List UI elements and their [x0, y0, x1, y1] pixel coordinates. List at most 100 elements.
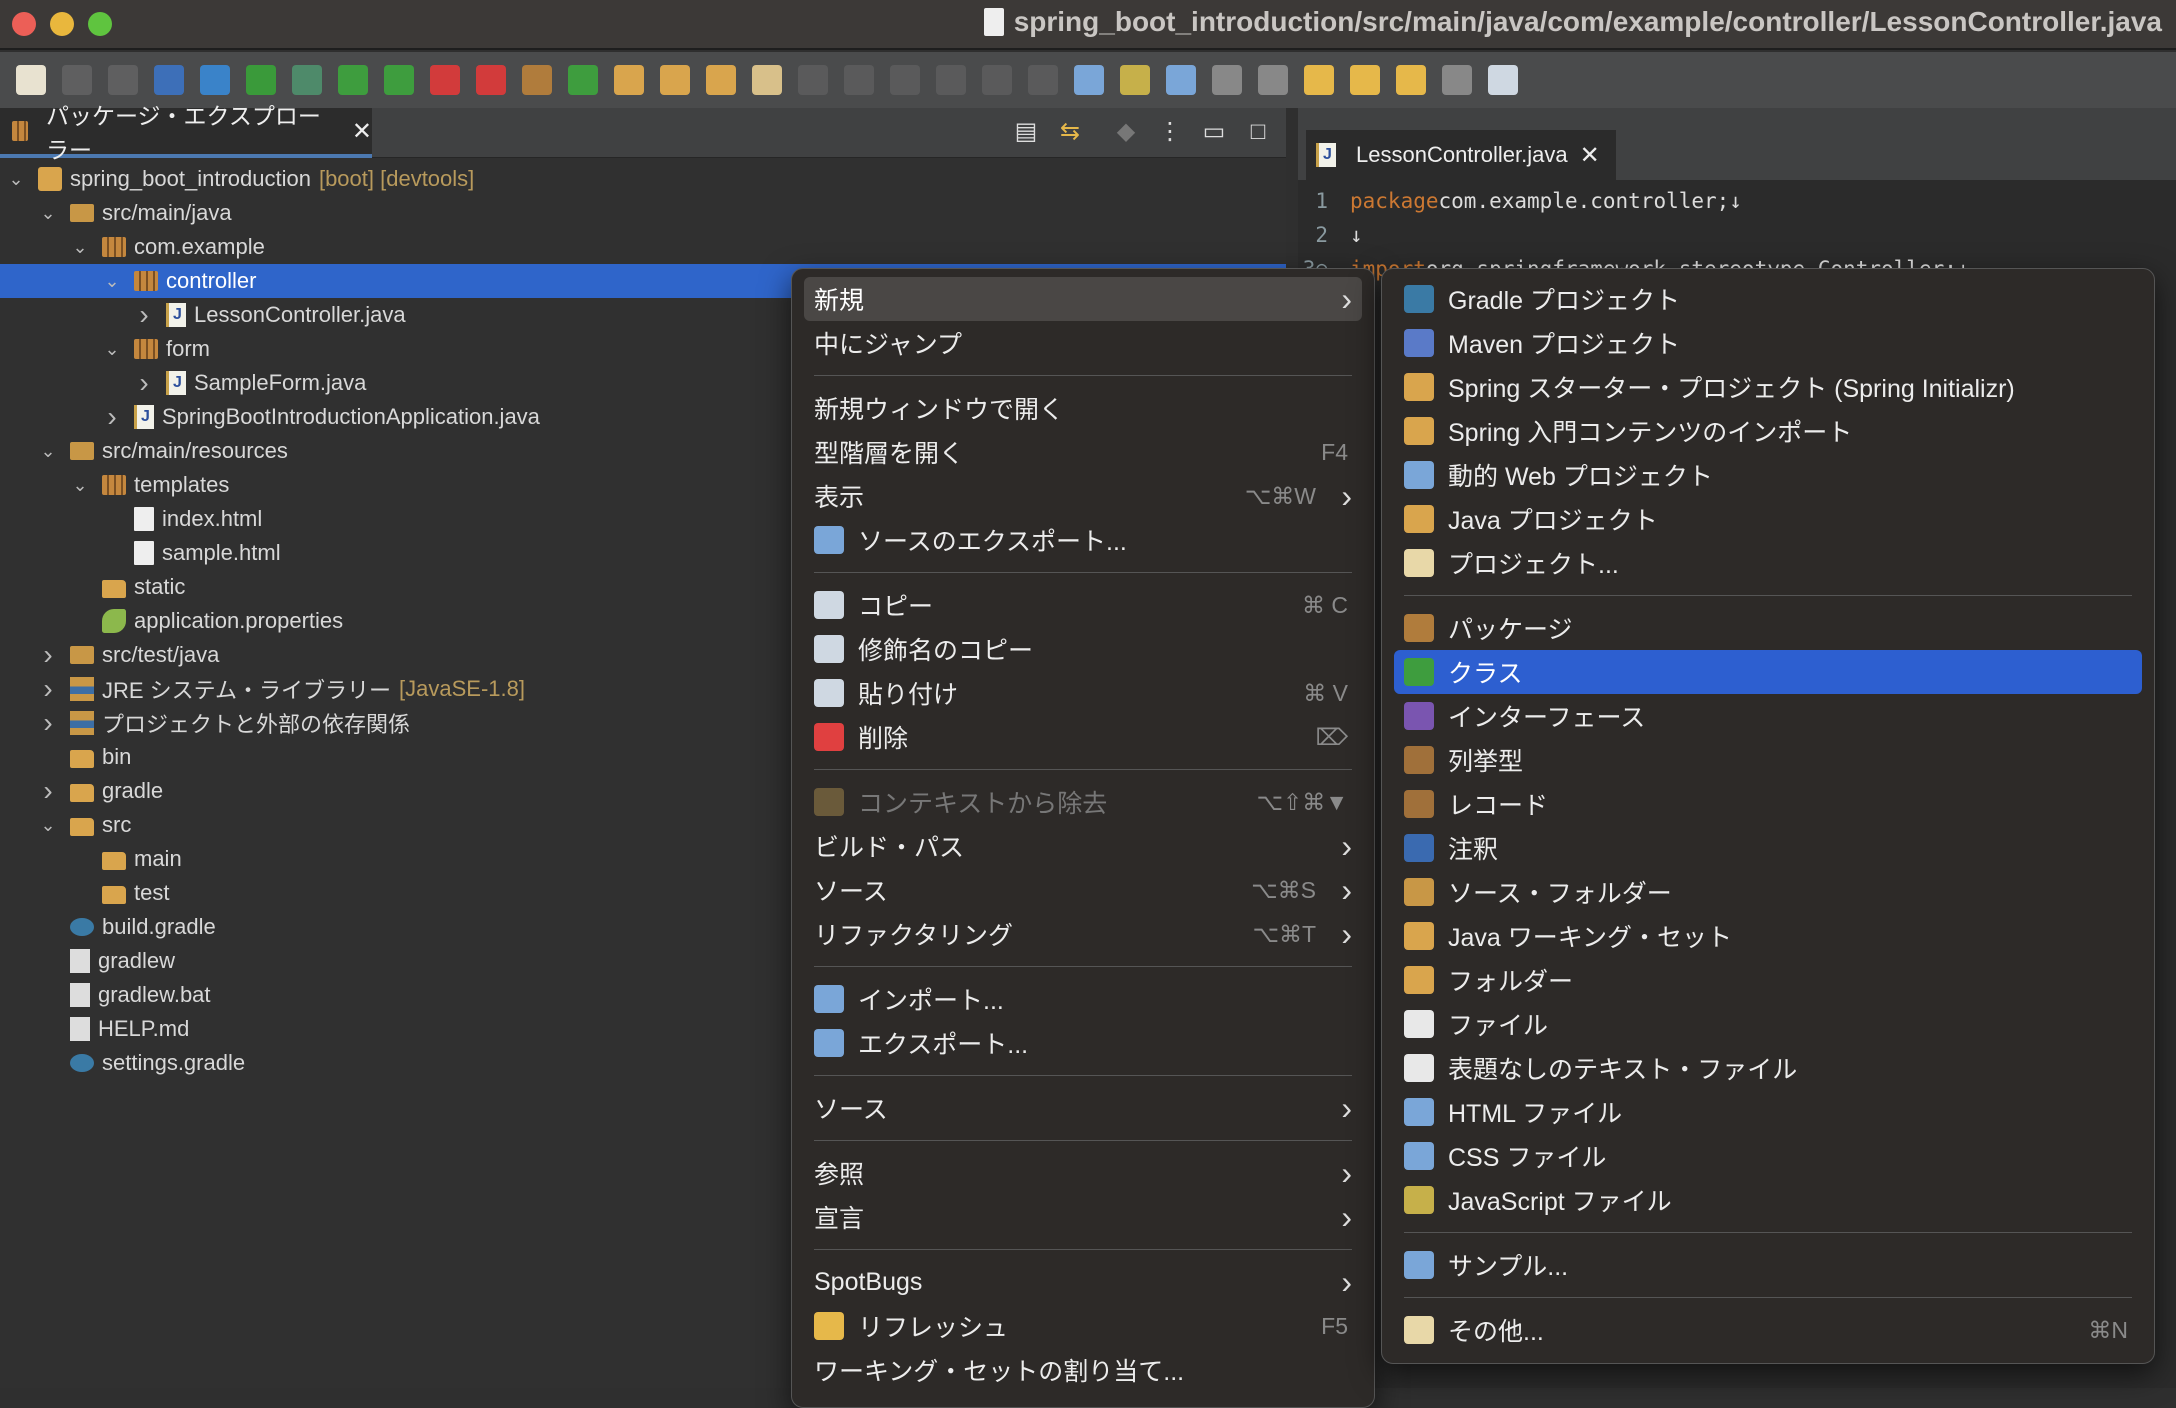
open-resource-icon[interactable] — [660, 65, 690, 95]
pen-icon[interactable] — [752, 65, 782, 95]
open-folder-icon[interactable] — [706, 65, 736, 95]
menu-item[interactable]: ワーキング・セットの割り当て... — [804, 1348, 1362, 1392]
tree-item[interactable]: ⌄src/main/java — [0, 196, 1286, 230]
run-external-icon[interactable] — [384, 65, 414, 95]
chevron-right-icon[interactable]: › — [38, 673, 58, 705]
menu-item[interactable]: 参照› — [804, 1151, 1362, 1195]
new-wizard-icon[interactable] — [16, 65, 46, 95]
chevron-down-icon[interactable]: ⌄ — [70, 237, 90, 258]
console-icon[interactable] — [154, 65, 184, 95]
menu-item[interactable]: HTML ファイル — [1394, 1090, 2142, 1134]
menu-item[interactable]: エクスポート... — [804, 1021, 1362, 1065]
chevron-down-icon[interactable]: ⌄ — [38, 815, 58, 836]
stop-icon[interactable] — [430, 65, 460, 95]
chevron-right-icon[interactable]: › — [134, 299, 154, 331]
tree-item[interactable]: ⌄com.example — [0, 230, 1286, 264]
view-menu-icon[interactable]: ⋮ — [1156, 118, 1184, 146]
maximize-icon[interactable]: □ — [1244, 118, 1272, 146]
menu-item[interactable]: レコード — [1394, 782, 2142, 826]
new-script-icon[interactable] — [1166, 65, 1196, 95]
menu-item[interactable]: フォルダー — [1394, 958, 2142, 1002]
save-icon[interactable] — [62, 65, 92, 95]
zoom-window-button[interactable] — [88, 12, 112, 36]
menu-item[interactable]: Gradle プロジェクト — [1394, 277, 2142, 321]
tab-lesson-controller[interactable]: J LessonController.java ✕ — [1306, 130, 1616, 180]
new-spring-icon[interactable] — [1120, 65, 1150, 95]
menu-item[interactable]: ソース・フォルダー — [1394, 870, 2142, 914]
forward-icon[interactable] — [1442, 65, 1472, 95]
close-icon[interactable]: ✕ — [1580, 141, 1600, 170]
menu-item[interactable]: パッケージ — [1394, 606, 2142, 650]
menu-item[interactable]: 新規ウィンドウで開く — [804, 386, 1362, 430]
chevron-right-icon[interactable]: › — [38, 707, 58, 739]
edit-icon[interactable] — [844, 65, 874, 95]
new-web-project-icon[interactable] — [1074, 65, 1104, 95]
menu-item[interactable]: 表題なしのテキスト・ファイル — [1394, 1046, 2142, 1090]
close-icon[interactable]: ✕ — [352, 117, 372, 146]
menu-item[interactable]: ソース› — [804, 1086, 1362, 1130]
menu-item[interactable]: プロジェクト... — [1394, 541, 2142, 585]
tree-item[interactable]: ⌄spring_boot_introduction[boot] [devtool… — [0, 162, 1286, 196]
menu-item[interactable]: ソース⌥⌘S› — [804, 868, 1362, 912]
chevron-down-icon[interactable]: ⌄ — [70, 475, 90, 496]
menu-item[interactable]: 動的 Web プロジェクト — [1394, 453, 2142, 497]
menu-item[interactable]: 型階層を開くF4 — [804, 430, 1362, 474]
menu-item[interactable]: 宣言› — [804, 1195, 1362, 1239]
new-package-icon[interactable] — [522, 65, 552, 95]
run-icon[interactable] — [338, 65, 368, 95]
menu-item[interactable]: インポート... — [804, 977, 1362, 1021]
menu-item[interactable]: リフレッシュF5 — [804, 1304, 1362, 1348]
menu-item[interactable]: クラス — [1394, 650, 2142, 694]
menu-item[interactable]: Spring 入門コンテンツのインポート — [1394, 409, 2142, 453]
filter-icon[interactable]: ◆ — [1112, 118, 1140, 146]
minimize-window-button[interactable] — [50, 12, 74, 36]
toggle-mark-icon[interactable] — [798, 65, 828, 95]
spring-boot-icon[interactable] — [246, 65, 276, 95]
menu-item[interactable]: Java プロジェクト — [1394, 497, 2142, 541]
collapse-all-icon[interactable]: ▤ — [1012, 118, 1040, 146]
list-icon[interactable] — [982, 65, 1012, 95]
menu-item[interactable]: 中にジャンプ — [804, 321, 1362, 365]
menu-item[interactable]: コピー⌘ C — [804, 583, 1362, 627]
menu-item[interactable]: その他...⌘N — [1394, 1308, 2142, 1352]
tab-package-explorer[interactable]: パッケージ・エクスプローラー ✕ — [0, 108, 372, 158]
pilcrow-icon[interactable] — [1028, 65, 1058, 95]
close-window-button[interactable] — [12, 12, 36, 36]
minimize-icon[interactable]: ▭ — [1200, 118, 1228, 146]
save-all-icon[interactable] — [108, 65, 138, 95]
menu-item[interactable]: 修飾名のコピー — [804, 627, 1362, 671]
menu-item[interactable]: ソースのエクスポート... — [804, 518, 1362, 562]
menu-item[interactable]: 表示⌥⌘W› — [804, 474, 1362, 518]
debug-icon[interactable] — [292, 65, 322, 95]
menu-item[interactable]: 貼り付け⌘ V — [804, 671, 1362, 715]
new-class-icon[interactable] — [568, 65, 598, 95]
prev-annotation-icon[interactable] — [1258, 65, 1288, 95]
chevron-right-icon[interactable]: › — [38, 775, 58, 807]
back-icon[interactable] — [1396, 65, 1426, 95]
menu-item[interactable]: 列挙型 — [1394, 738, 2142, 782]
menu-item[interactable]: インターフェース — [1394, 694, 2142, 738]
menu-item[interactable]: JavaScript ファイル — [1394, 1178, 2142, 1222]
perspective-icon[interactable] — [1488, 65, 1518, 95]
chevron-down-icon[interactable]: ⌄ — [102, 339, 122, 360]
menu-item[interactable]: 新規› — [804, 277, 1362, 321]
terminate-icon[interactable] — [476, 65, 506, 95]
open-type-icon[interactable] — [614, 65, 644, 95]
chevron-down-icon[interactable]: ⌄ — [38, 203, 58, 224]
menu-item[interactable]: Spring スターター・プロジェクト (Spring Initializr) — [1394, 365, 2142, 409]
chevron-down-icon[interactable]: ⌄ — [6, 169, 26, 190]
menu-item[interactable]: SpotBugs› — [804, 1260, 1362, 1304]
chevron-right-icon[interactable]: › — [38, 639, 58, 671]
link-with-editor-icon[interactable]: ⇆ — [1056, 118, 1084, 146]
menu-item[interactable]: Java ワーキング・セット — [1394, 914, 2142, 958]
breadcrumb-icon[interactable] — [890, 65, 920, 95]
menu-item[interactable]: ビルド・パス› — [804, 824, 1362, 868]
menu-item[interactable]: 注釈 — [1394, 826, 2142, 870]
chevron-down-icon[interactable]: ⌄ — [38, 441, 58, 462]
forward-edit-icon[interactable] — [1350, 65, 1380, 95]
block-select-icon[interactable] — [936, 65, 966, 95]
menu-item[interactable]: サンプル... — [1394, 1243, 2142, 1287]
chevron-right-icon[interactable]: › — [134, 367, 154, 399]
menu-item[interactable]: Maven プロジェクト — [1394, 321, 2142, 365]
next-annotation-icon[interactable] — [1212, 65, 1242, 95]
